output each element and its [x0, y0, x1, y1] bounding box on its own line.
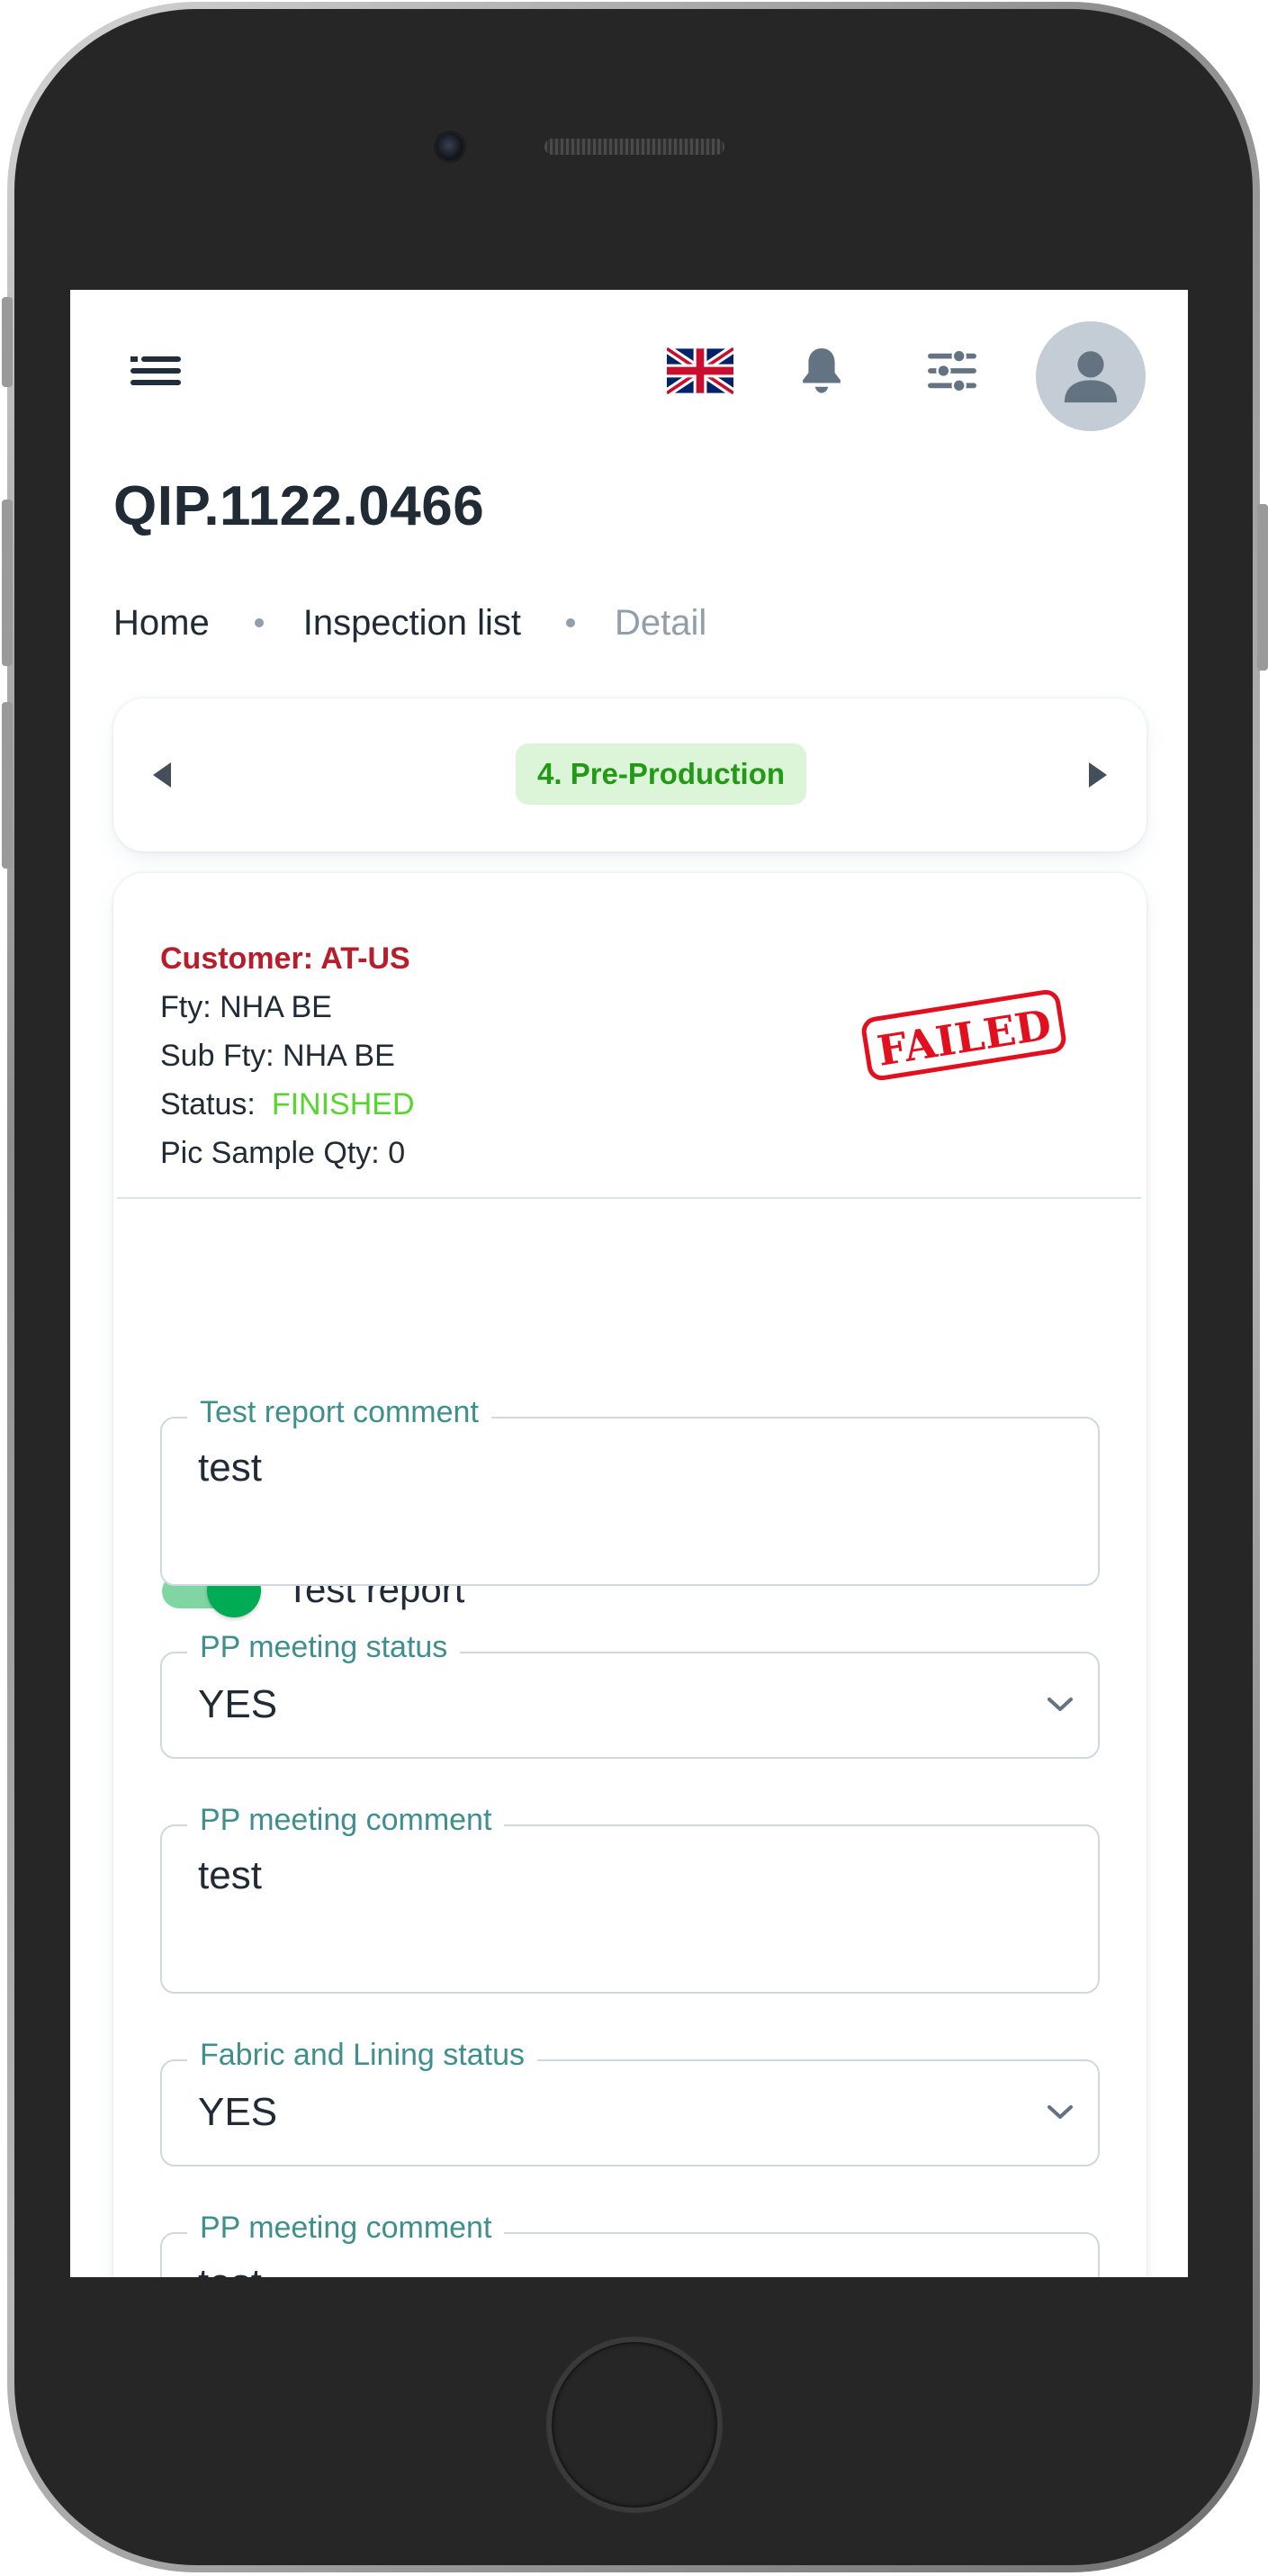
app-screen: QIP.1122.0466 Home Inspection list Detai… [70, 290, 1188, 2277]
pp-meeting-status-label: PP meeting status [187, 1630, 461, 1665]
bell-icon [803, 348, 841, 393]
breadcrumb-separator [254, 618, 264, 627]
fabric-lining-status-label: Fabric and Lining status [187, 2038, 537, 2073]
settings-button[interactable] [921, 339, 984, 402]
pic-sample-qty-text: Pic Sample Qty: 0 [160, 1136, 406, 1170]
menu-button[interactable] [124, 339, 187, 402]
test-report-comment-label: Test report comment [187, 1395, 491, 1430]
breadcrumb-separator [566, 618, 576, 627]
test-report-comment-value: test [198, 1446, 262, 1490]
chevron-down-icon [1048, 2105, 1073, 2119]
menu-icon [130, 356, 181, 385]
volume-up-button [2, 500, 13, 666]
top-bar [70, 290, 1188, 461]
mute-switch [2, 297, 13, 387]
status-label: Status: [160, 1087, 256, 1121]
breadcrumb-inspection-list[interactable]: Inspection list [303, 603, 521, 644]
breadcrumb-detail: Detail [615, 602, 707, 643]
front-camera [436, 133, 463, 160]
earpiece-speaker [544, 139, 724, 155]
page-title: QIP.1122.0466 [113, 475, 485, 537]
home-button[interactable] [547, 2337, 722, 2512]
caret-left-icon [153, 762, 171, 788]
language-button[interactable] [664, 344, 736, 398]
section-divider [117, 1197, 1141, 1199]
avatar[interactable] [1036, 321, 1146, 431]
chevron-down-icon [1048, 1698, 1073, 1711]
pp-meeting-comment-field-2[interactable]: PP meeting comment test [160, 2211, 1100, 2277]
factory-text: Fty: NHA BE [160, 990, 332, 1024]
tune-icon [928, 348, 976, 393]
pp-meeting-status-select[interactable]: PP meeting status YES [160, 1630, 1100, 1759]
customer-text: Customer: AT-US [160, 941, 410, 976]
pp-meeting-comment-value-2: test [198, 2261, 262, 2277]
pp-meeting-comment-value: test [198, 1853, 262, 1897]
caret-right-icon [1089, 762, 1107, 788]
notifications-button[interactable] [790, 339, 853, 402]
fabric-lining-status-select[interactable]: Fabric and Lining status YES [160, 2038, 1100, 2166]
pp-meeting-status-value: YES [198, 1682, 278, 1726]
volume-down-button [2, 702, 13, 869]
user-icon [1064, 351, 1118, 403]
test-report-comment-field[interactable]: Test report comment test [160, 1395, 1100, 1586]
pp-meeting-comment-label: PP meeting comment [187, 1803, 505, 1838]
status-value: FINISHED [271, 1087, 415, 1121]
next-stage-button[interactable] [1087, 761, 1109, 793]
fabric-lining-status-value: YES [198, 2090, 278, 2134]
failed-stamp: FAILED [851, 986, 1076, 1089]
stage-label: 4. Pre-Production [516, 743, 807, 805]
breadcrumb: Home Inspection list Detail [113, 596, 706, 650]
sub-factory-text: Sub Fty: NHA BE [160, 1039, 395, 1073]
breadcrumb-home[interactable]: Home [113, 603, 210, 644]
pp-meeting-comment-label-2: PP meeting comment [187, 2211, 505, 2246]
status-line: Status: FINISHED [160, 1087, 415, 1122]
power-button [1257, 504, 1268, 671]
previous-stage-button[interactable] [151, 761, 173, 793]
pp-meeting-comment-field[interactable]: PP meeting comment test [160, 1803, 1100, 1994]
stage-navigator: 4. Pre-Production [113, 698, 1147, 851]
uk-flag-icon [667, 347, 733, 394]
